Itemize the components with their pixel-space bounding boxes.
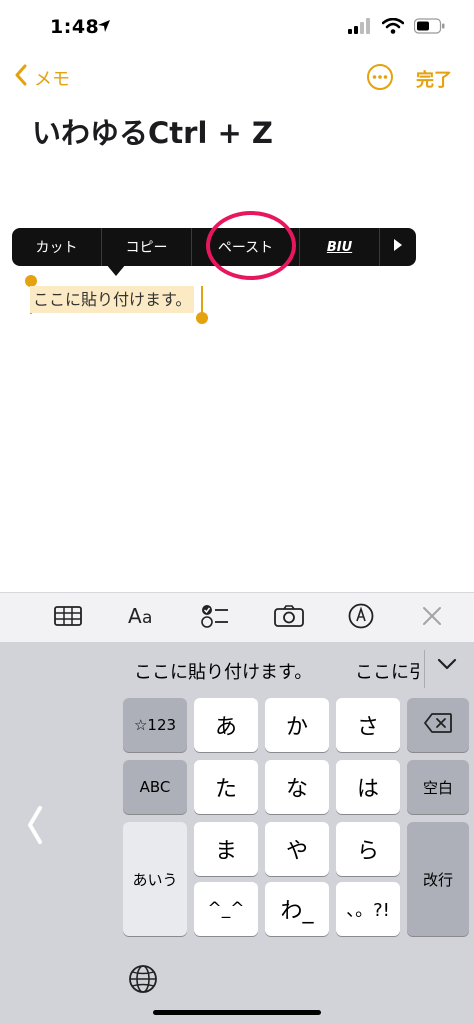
cellular-signal-icon <box>348 18 372 38</box>
paste-highlight-ring <box>206 211 296 280</box>
candidate-bar: ここに貼り付けます。 ここに引 <box>0 642 474 694</box>
svg-text:A: A <box>128 605 142 627</box>
wifi-icon <box>381 17 405 38</box>
table-button[interactable] <box>52 603 84 633</box>
status-time: 1:48 <box>50 16 100 38</box>
delete-backspace-icon <box>424 713 452 737</box>
text-format-icon: A a <box>128 604 160 631</box>
location-icon <box>96 18 112 38</box>
kana-mode-key[interactable]: あいう <box>123 822 187 936</box>
markup-pen-icon <box>348 603 374 633</box>
chevron-left-icon <box>26 806 44 850</box>
delete-key[interactable] <box>407 698 469 752</box>
space-key[interactable]: 空白 <box>407 760 469 814</box>
kana-key-ma[interactable]: ま <box>194 822 258 876</box>
selection-end-handle[interactable] <box>196 312 208 324</box>
formatting-toolbar: A a <box>0 592 474 642</box>
svg-text:a: a <box>142 608 152 627</box>
status-bar: 1:48 <box>0 0 474 56</box>
punctuation-key[interactable]: 、。?! <box>336 882 400 936</box>
kana-key-sa[interactable]: さ <box>336 698 400 752</box>
close-toolbar-button[interactable] <box>418 603 446 633</box>
kana-key-na[interactable]: な <box>265 760 329 814</box>
numbers-key[interactable]: ☆123 <box>123 698 187 752</box>
candidate-item[interactable]: ここに貼り付けます。 <box>134 658 312 684</box>
home-indicator[interactable] <box>153 1010 321 1015</box>
japanese-kana-keyboard: ここに貼り付けます。 ここに引 ☆123 あ か さ ABC た な は 空白 … <box>0 642 474 1024</box>
navigation-bar: メモ 完了 <box>0 58 474 98</box>
markup-button[interactable] <box>346 603 376 633</box>
kana-key-ka[interactable]: か <box>265 698 329 752</box>
kana-key-ya[interactable]: や <box>265 822 329 876</box>
selected-text[interactable]: ここに貼り付けます。 <box>30 286 195 313</box>
text-format-button[interactable]: A a <box>124 603 164 633</box>
chevron-down-icon <box>436 656 458 675</box>
emoticon-key[interactable]: ^_^ <box>194 882 258 936</box>
menu-next-button[interactable] <box>380 228 416 266</box>
bold-italic-underline-menu-item[interactable]: BIU <box>300 228 380 266</box>
candidate-item[interactable]: ここに引 <box>355 658 423 684</box>
camera-button[interactable] <box>272 603 306 633</box>
kana-key-ta[interactable]: た <box>194 760 258 814</box>
kana-key-ra[interactable]: ら <box>336 822 400 876</box>
camera-icon <box>274 605 304 631</box>
back-label: メモ <box>34 68 70 90</box>
cut-menu-item[interactable]: カット <box>12 228 102 266</box>
cursor-left-button[interactable] <box>26 804 44 850</box>
kana-key-wa[interactable]: わ_ <box>265 882 329 936</box>
abc-key[interactable]: ABC <box>123 760 187 814</box>
menu-pointer <box>106 264 126 276</box>
triangle-right-icon <box>393 238 403 256</box>
done-button[interactable]: 完了 <box>416 66 452 92</box>
return-key[interactable]: 改行 <box>407 822 469 936</box>
copy-menu-item[interactable]: コピー <box>102 228 192 266</box>
checklist-button[interactable] <box>198 603 232 633</box>
close-icon <box>422 606 442 630</box>
back-button[interactable]: メモ <box>14 64 70 91</box>
note-title[interactable]: いわゆるCtrl + Z <box>32 110 273 152</box>
globe-keyboard-switch-button[interactable] <box>128 964 158 998</box>
kana-key-ha[interactable]: は <box>336 760 400 814</box>
battery-icon <box>413 18 446 38</box>
more-button[interactable] <box>366 63 394 95</box>
expand-candidates-button[interactable] <box>436 656 458 675</box>
checklist-icon <box>200 603 230 633</box>
candidate-divider <box>424 650 425 688</box>
kana-key-a[interactable]: あ <box>194 698 258 752</box>
globe-icon <box>128 965 158 998</box>
table-icon <box>54 606 82 630</box>
ellipsis-circle-icon <box>366 64 394 95</box>
chevron-left-icon <box>14 64 28 91</box>
